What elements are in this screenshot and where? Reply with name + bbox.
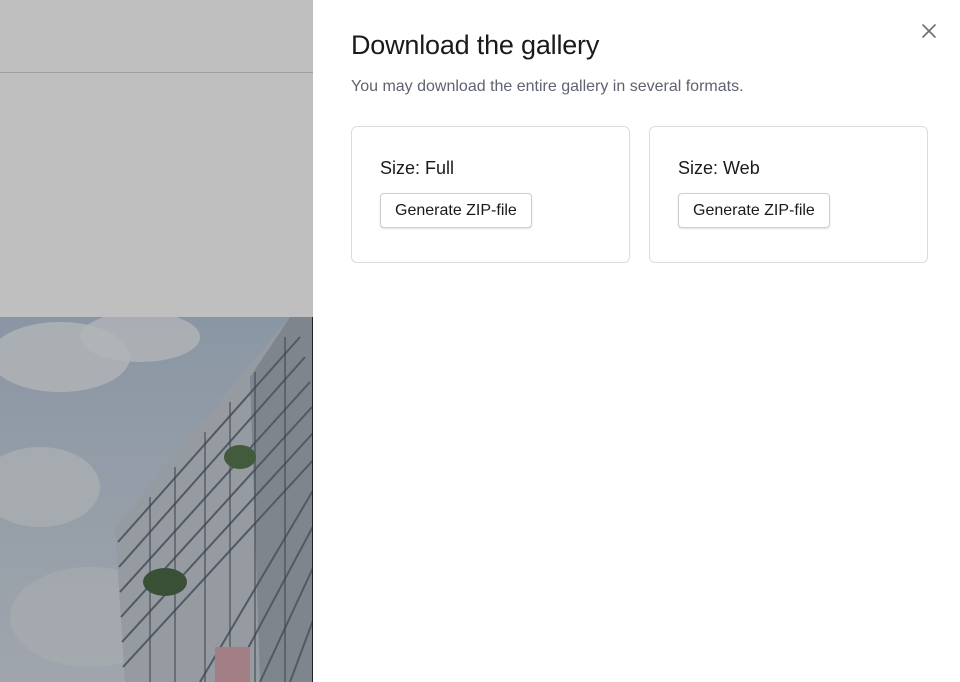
- generate-zip-full-button[interactable]: Generate ZIP-file: [380, 193, 532, 228]
- generate-zip-web-button[interactable]: Generate ZIP-file: [678, 193, 830, 228]
- download-options: Size: Full Generate ZIP-file Size: Web G…: [351, 126, 928, 263]
- drawer-title: Download the gallery: [351, 30, 600, 60]
- close-button[interactable]: [918, 20, 940, 42]
- download-option-full: Size: Full Generate ZIP-file: [351, 126, 630, 263]
- drawer-subtitle: You may download the entire gallery in s…: [351, 78, 744, 95]
- download-drawer: Download the gallery You may download th…: [313, 0, 960, 682]
- size-label-full: Size: Full: [380, 158, 455, 178]
- download-option-web: Size: Web Generate ZIP-file: [649, 126, 928, 263]
- close-icon: [922, 24, 936, 38]
- size-label-web: Size: Web: [678, 158, 760, 178]
- page: Download the gallery You may download th…: [0, 0, 960, 682]
